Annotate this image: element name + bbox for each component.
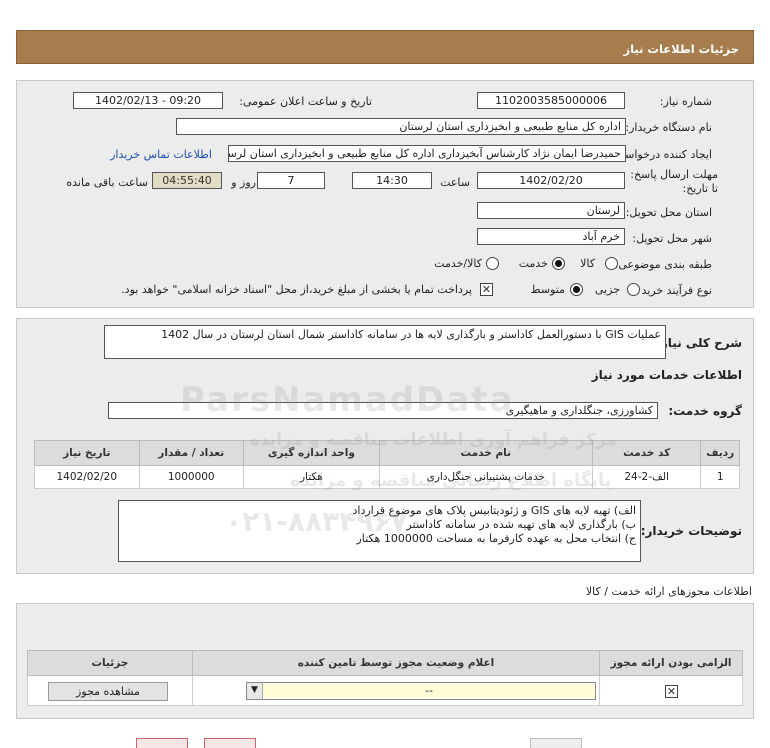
footer-button-1[interactable]	[136, 738, 188, 748]
watermark-phone: ۰۲۱-۸۸۳۴۹۶۷۰	[225, 505, 425, 538]
licenses-section-title: اطلاعات مجوزهای ارائه خدمت / کالا	[585, 585, 752, 598]
summary-label: شرح کلی نیاز:	[656, 336, 742, 350]
service-group-label: گروه خدمت:	[668, 404, 742, 418]
cell-quantity: 1000000	[138, 465, 244, 489]
category-radio-goods[interactable]	[605, 257, 618, 270]
license-status-select[interactable]: ▼ --	[246, 682, 596, 700]
process-option-minor: جزیی	[594, 283, 620, 296]
province-field: لرستان	[477, 202, 625, 219]
process-radio-minor[interactable]	[627, 283, 640, 296]
license-status-value: --	[263, 684, 595, 698]
col-license-details: جزئیات	[27, 650, 193, 676]
page-header: جزئیات اطلاعات نیاز	[16, 30, 754, 64]
buyer-contact-link[interactable]: اطلاعات تماس خریدار	[110, 148, 212, 161]
services-section-title: اطلاعات خدمات مورد نیاز	[591, 368, 742, 382]
view-license-button[interactable]: مشاهده مجوز	[48, 682, 168, 701]
category-option-service: خدمت	[518, 257, 548, 270]
need-number-label: شماره نیاز:	[659, 95, 712, 108]
announce-datetime-field: 1402/02/13 - 09:20	[73, 92, 223, 109]
watermark-logo-text: ParsNamadData	[180, 380, 515, 420]
deadline-date-field: 1402/02/20	[477, 172, 625, 189]
page-title: جزئیات اطلاعات نیاز	[623, 42, 739, 56]
watermark-line-center: مرکز فراهم آوری اطلاعات مناقصه و مزایده	[250, 430, 618, 450]
licenses-header-row: الزامی بودن ارائه مجوز اعلام وضعیت مجوز …	[27, 650, 743, 676]
col-need-date: تاریخ نیاز	[34, 440, 140, 466]
footer-button-3[interactable]	[530, 738, 582, 748]
category-radio-service[interactable]	[552, 257, 565, 270]
col-quantity: تعداد / مقدار	[138, 440, 244, 466]
category-radio-goods-service[interactable]	[486, 257, 499, 270]
col-license-required: الزامی بودن ارائه مجوز	[599, 650, 743, 676]
province-label: استان محل تحویل:	[625, 206, 712, 219]
treasury-checkbox[interactable]: ✕	[480, 283, 493, 296]
deadline-time-label: ساعت	[440, 176, 470, 189]
category-option-goods: کالا	[580, 257, 595, 270]
process-radio-medium[interactable]	[570, 283, 583, 296]
category-label: طبقه بندی موضوعی:	[614, 258, 712, 271]
city-label: شهر محل تحویل:	[632, 232, 712, 245]
need-number-field: 1102003585000006	[477, 92, 625, 109]
category-option-goods-service: کالا/خدمت	[434, 257, 482, 270]
col-license-status: اعلام وضعیت مجوز توسط تامین کننده	[191, 650, 601, 676]
process-label: نوع فرآیند خرید :	[634, 284, 712, 297]
cell-need-date: 1402/02/20	[34, 465, 140, 489]
deadline-time-field: 14:30	[352, 172, 432, 189]
creator-field: حمیدرضا ایمان نژاد کارشناس آبخیزداری ادا…	[228, 145, 626, 162]
process-option-medium: متوسط	[530, 283, 565, 296]
remaining-time-label: ساعت باقی مانده	[66, 176, 148, 189]
col-row-number: ردیف	[700, 440, 740, 466]
summary-field: عملیات GIS با دستورالعمل کاداستر و بارگذ…	[104, 325, 666, 359]
license-required-checkbox: ✕	[665, 685, 678, 698]
watermark-line-portal: پایگاه اطلاع رسانی مناقصه و مزایده	[290, 470, 612, 491]
days-field: 7	[257, 172, 325, 189]
chevron-down-icon: ▼	[247, 683, 263, 699]
buyer-org-field: اداره کل منابع طبیعی و ابخیزداری استان ل…	[176, 118, 626, 135]
cell-row-number: 1	[700, 465, 740, 489]
treasury-note: پرداخت تمام یا بخشی از مبلغ خرید،از محل …	[121, 283, 472, 296]
deadline-label: مهلت ارسال پاسخ: تا تاریخ:	[630, 168, 718, 195]
city-field: خرم آباد	[477, 228, 625, 245]
days-label: روز و	[231, 176, 256, 189]
remaining-time-field: 04:55:40	[152, 172, 222, 189]
announce-datetime-label: تاریخ و ساعت اعلان عمومی:	[239, 95, 372, 108]
buyer-notes-label: توضیحات خریدار:	[640, 524, 742, 538]
footer-button-2[interactable]	[204, 738, 256, 748]
buyer-org-label: نام دستگاه خریدار:	[625, 121, 712, 134]
